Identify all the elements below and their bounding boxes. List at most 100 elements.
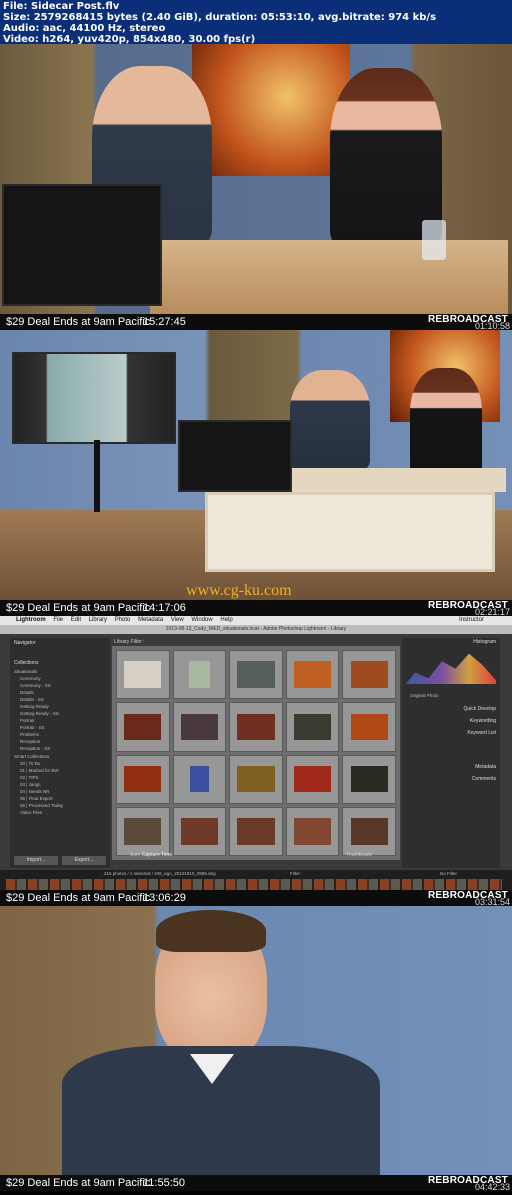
- collection-item[interactable]: 06 | Processed Today: [20, 803, 63, 808]
- studio-monitor-2: [178, 420, 292, 492]
- menu-item[interactable]: File: [53, 617, 63, 623]
- deal-text: $29 Deal Ends at 9am Pacific: [6, 602, 151, 614]
- histogram-header[interactable]: Histogram: [473, 639, 496, 645]
- photo-thumbnail[interactable]: [229, 702, 283, 752]
- photo-thumbnail[interactable]: [285, 650, 340, 700]
- host-male-2: [290, 370, 370, 470]
- deal-text: $29 Deal Ends at 9am Pacific: [6, 316, 151, 328]
- photo-thumbnail[interactable]: [229, 754, 283, 804]
- filter-label: Filter :: [290, 871, 303, 876]
- wedding-painting: [192, 44, 350, 176]
- menu-item[interactable]: Help: [220, 617, 232, 623]
- clock-text: 11:55:50: [143, 1177, 186, 1189]
- metadata-header[interactable]: Metadata: [475, 764, 496, 770]
- collection-item[interactable]: Ceremony: [20, 676, 41, 681]
- tv-stand: [94, 440, 100, 512]
- timecode: 04:42:33: [474, 1182, 510, 1192]
- sort-value[interactable]: Capture Time: [142, 852, 172, 858]
- collection-item[interactable]: Problems: [20, 732, 39, 737]
- filmstrip: 216 photos / 1 selected / 345_ego_201018…: [0, 870, 512, 890]
- photo-thumbnail[interactable]: [172, 754, 227, 804]
- menu-bar: Lightroom File Edit Library Photo Metada…: [0, 616, 512, 625]
- photo-thumbnail[interactable]: [172, 806, 227, 856]
- thumbnails-slider[interactable]: Thumbnails: [346, 852, 372, 858]
- keywording-header[interactable]: Keywording: [470, 718, 496, 724]
- menu-item[interactable]: Photo: [115, 617, 131, 623]
- glass: [422, 220, 446, 260]
- photo-grid: [112, 646, 400, 860]
- sort-label: Sort: Capture Time: [130, 852, 172, 858]
- collection-item[interactable]: Portrait: [20, 718, 35, 723]
- collection-item[interactable]: Reception: [20, 739, 40, 744]
- photo-thumbnail[interactable]: [116, 702, 170, 752]
- photo-thumbnail[interactable]: [285, 754, 340, 804]
- ticker-bar-3: $29 Deal Ends at 9am Pacific 13:06:29 RE…: [0, 890, 512, 907]
- collection-item[interactable]: Getting Ready - SS: [20, 711, 59, 716]
- watermark: www.cg-ku.com: [186, 582, 292, 599]
- menu-item[interactable]: Window: [191, 617, 212, 623]
- collection-item[interactable]: Details: [20, 690, 34, 695]
- audio-info: Audio: aac, 44100 Hz, stereo: [3, 23, 166, 34]
- menu-item[interactable]: Metadata: [138, 617, 163, 623]
- filter-dropdown[interactable]: No Filter: [440, 871, 457, 876]
- tv-screen: [12, 352, 176, 444]
- collection-item[interactable]: Getting Ready: [20, 704, 49, 709]
- deal-text: $29 Deal Ends at 9am Pacific: [6, 892, 151, 904]
- collection-item[interactable]: Details - SS: [20, 697, 44, 702]
- quick-develop-header[interactable]: Quick Develop: [463, 706, 496, 712]
- photo-thumbnail[interactable]: [285, 702, 340, 752]
- collection-item[interactable]: 05 | Final Export: [20, 796, 53, 801]
- collection-item[interactable]: 04 | Needs NR: [20, 789, 49, 794]
- ticker-bar-2: $29 Deal Ends at 9am Pacific 14:17:06 RE…: [0, 600, 512, 617]
- left-panel: Navigator Collections Situationals Cerem…: [10, 638, 110, 868]
- photo-thumbnail[interactable]: [342, 806, 396, 856]
- photo-thumbnail[interactable]: [116, 754, 170, 804]
- collection-item[interactable]: Situationals: [14, 669, 37, 674]
- photo-thumbnail[interactable]: [342, 650, 396, 700]
- photo-thumbnail[interactable]: [229, 650, 283, 700]
- photo-thumbnail[interactable]: [342, 754, 396, 804]
- presenter-hair: [156, 910, 266, 952]
- window-title: 2013-08-13_Cody_WED_situationals.lrcat -…: [0, 625, 512, 634]
- file-name: File: Sidecar Post.flv: [3, 1, 120, 12]
- photo-thumbnail[interactable]: [116, 650, 170, 700]
- collection-item[interactable]: 03 | Jangs: [20, 782, 41, 787]
- collection-item[interactable]: Ceremony - SS: [20, 683, 51, 688]
- lightroom-window: Lightroom File Edit Library Photo Metada…: [0, 616, 512, 890]
- collection-item[interactable]: 02 | TIPS: [20, 775, 39, 780]
- export-button[interactable]: Export...: [62, 856, 106, 865]
- library-filter[interactable]: Library Filter :: [114, 639, 145, 645]
- collection-item[interactable]: Reception - SS: [20, 746, 50, 751]
- collection-item[interactable]: Video Files: [20, 810, 42, 815]
- comments-header[interactable]: Comments: [472, 776, 496, 782]
- video-frame-4: [0, 906, 512, 1175]
- deal-text: $29 Deal Ends at 9am Pacific: [6, 1177, 151, 1189]
- collection-item[interactable]: Smart Collections: [14, 754, 49, 759]
- photo-thumbnail[interactable]: [116, 806, 170, 856]
- video-frame-1: [0, 44, 512, 314]
- keyword-list-header[interactable]: Keyword List: [467, 730, 496, 736]
- menu-item[interactable]: Library: [89, 617, 107, 623]
- video-frame-2: www.cg-ku.com: [0, 330, 512, 600]
- file-info-header: File: Sidecar Post.flv Size: 2579268415 …: [0, 0, 512, 45]
- menu-item[interactable]: Edit: [71, 617, 81, 623]
- photo-thumbnail[interactable]: [172, 702, 227, 752]
- collection-item[interactable]: 01 | Marked for BW: [20, 768, 59, 773]
- photo-thumbnail[interactable]: [285, 806, 340, 856]
- clock-text: 15:27:45: [143, 316, 186, 328]
- import-button[interactable]: Import...: [14, 856, 58, 865]
- photo-thumbnail[interactable]: [172, 650, 227, 700]
- collections-header[interactable]: Collections: [14, 660, 38, 666]
- desk-base: [205, 492, 495, 572]
- right-panel: Histogram Original Photo Quick Develop K…: [402, 638, 500, 868]
- collection-item[interactable]: 00 | To Do: [20, 761, 40, 766]
- original-photo-label: Original Photo: [410, 693, 439, 698]
- file-size: Size: 2579268415 bytes (2.40 GiB), durat…: [3, 12, 437, 23]
- photo-thumbnail[interactable]: [229, 806, 283, 856]
- navigator-header[interactable]: Navigator: [14, 640, 35, 646]
- menu-item[interactable]: Lightroom: [16, 617, 46, 623]
- menu-item[interactable]: View: [171, 617, 184, 623]
- photo-thumbnail[interactable]: [342, 702, 396, 752]
- studio-monitor: [2, 184, 162, 306]
- collection-item[interactable]: Portrait - SS: [20, 725, 45, 730]
